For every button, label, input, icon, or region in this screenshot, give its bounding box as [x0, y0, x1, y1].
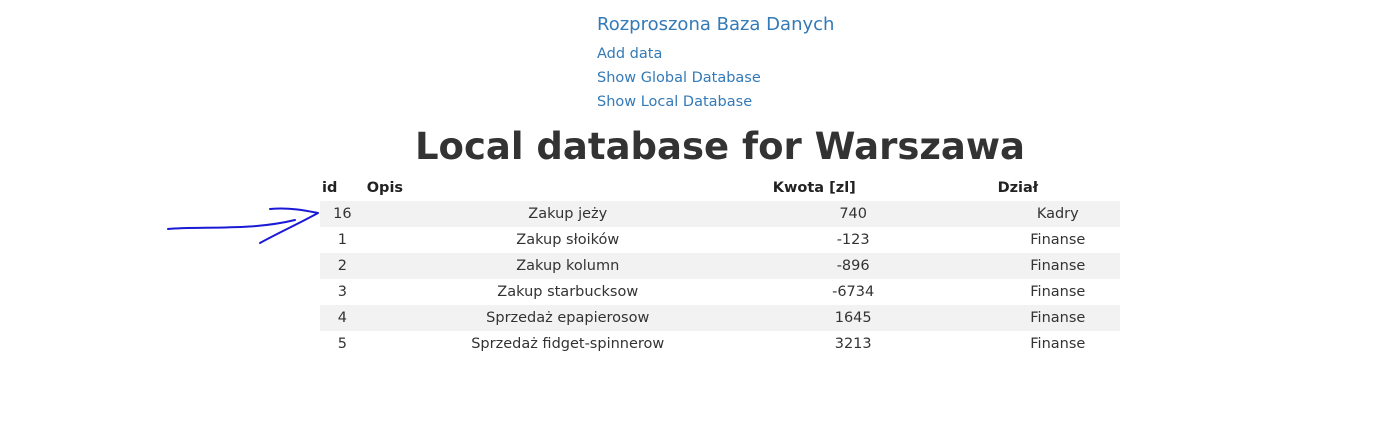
cell-dzial: Kadry: [1036, 206, 1079, 222]
table-header-row: id Opis Kwota [zl] Dział: [320, 175, 1120, 201]
navbar: Rozproszona Baza Danych Add data Show Gl…: [597, 12, 834, 114]
cell-dzial: Finanse: [1030, 232, 1086, 248]
nav-link-add-data[interactable]: Add data: [597, 42, 834, 66]
cell-opis: Zakup słoików: [516, 232, 620, 248]
cell-opis: Zakup jeży: [528, 206, 608, 222]
table-row: 3 Zakup starbucksow -6734 Finanse: [320, 279, 1120, 305]
cell-id: 3: [337, 284, 347, 300]
table-row: 1 Zakup słoików -123 Finanse: [320, 227, 1120, 253]
cell-dzial: Finanse: [1030, 310, 1086, 326]
table-row: 5 Sprzedaż fidget-spinnerow 3213 Finanse: [320, 331, 1120, 357]
cell-id: 2: [337, 258, 347, 274]
brand-link[interactable]: Rozproszona Baza Danych: [597, 12, 834, 38]
cell-opis: Zakup starbucksow: [497, 284, 639, 300]
cell-opis: Sprzedaż epapierosow: [486, 310, 650, 326]
page-title: Local database for Warszawa: [414, 125, 1026, 168]
column-header-dzial: Dział: [997, 180, 1039, 196]
cell-dzial: Finanse: [1030, 336, 1086, 352]
cell-kwota: -123: [836, 232, 870, 248]
table-row: 16 Zakup jeży 740 Kadry: [320, 201, 1120, 227]
cell-opis: Sprzedaż fidget-spinnerow: [471, 336, 665, 352]
cell-kwota: 740: [839, 206, 868, 222]
cell-kwota: -6734: [832, 284, 875, 300]
cell-opis: Zakup kolumn: [516, 258, 620, 274]
cell-id: 4: [337, 310, 347, 326]
cell-dzial: Finanse: [1030, 258, 1086, 274]
nav-link-local-database[interactable]: Show Local Database: [597, 90, 834, 114]
column-header-opis: Opis: [366, 180, 404, 196]
cell-kwota: 3213: [834, 336, 872, 352]
table-row: 4 Sprzedaż epapierosow 1645 Finanse: [320, 305, 1120, 331]
table-row: 2 Zakup kolumn -896 Finanse: [320, 253, 1120, 279]
column-header-kwota: Kwota [zl]: [772, 180, 856, 196]
cell-kwota: -896: [836, 258, 870, 274]
cell-dzial: Finanse: [1030, 284, 1086, 300]
cell-id: 5: [337, 336, 347, 352]
cell-kwota: 1645: [834, 310, 872, 326]
hand-drawn-arrow-icon: [167, 207, 319, 244]
nav-link-global-database[interactable]: Show Global Database: [597, 66, 834, 90]
data-table: id Opis Kwota [zl] Dział 16 Zakup jeży 7…: [320, 175, 1120, 357]
